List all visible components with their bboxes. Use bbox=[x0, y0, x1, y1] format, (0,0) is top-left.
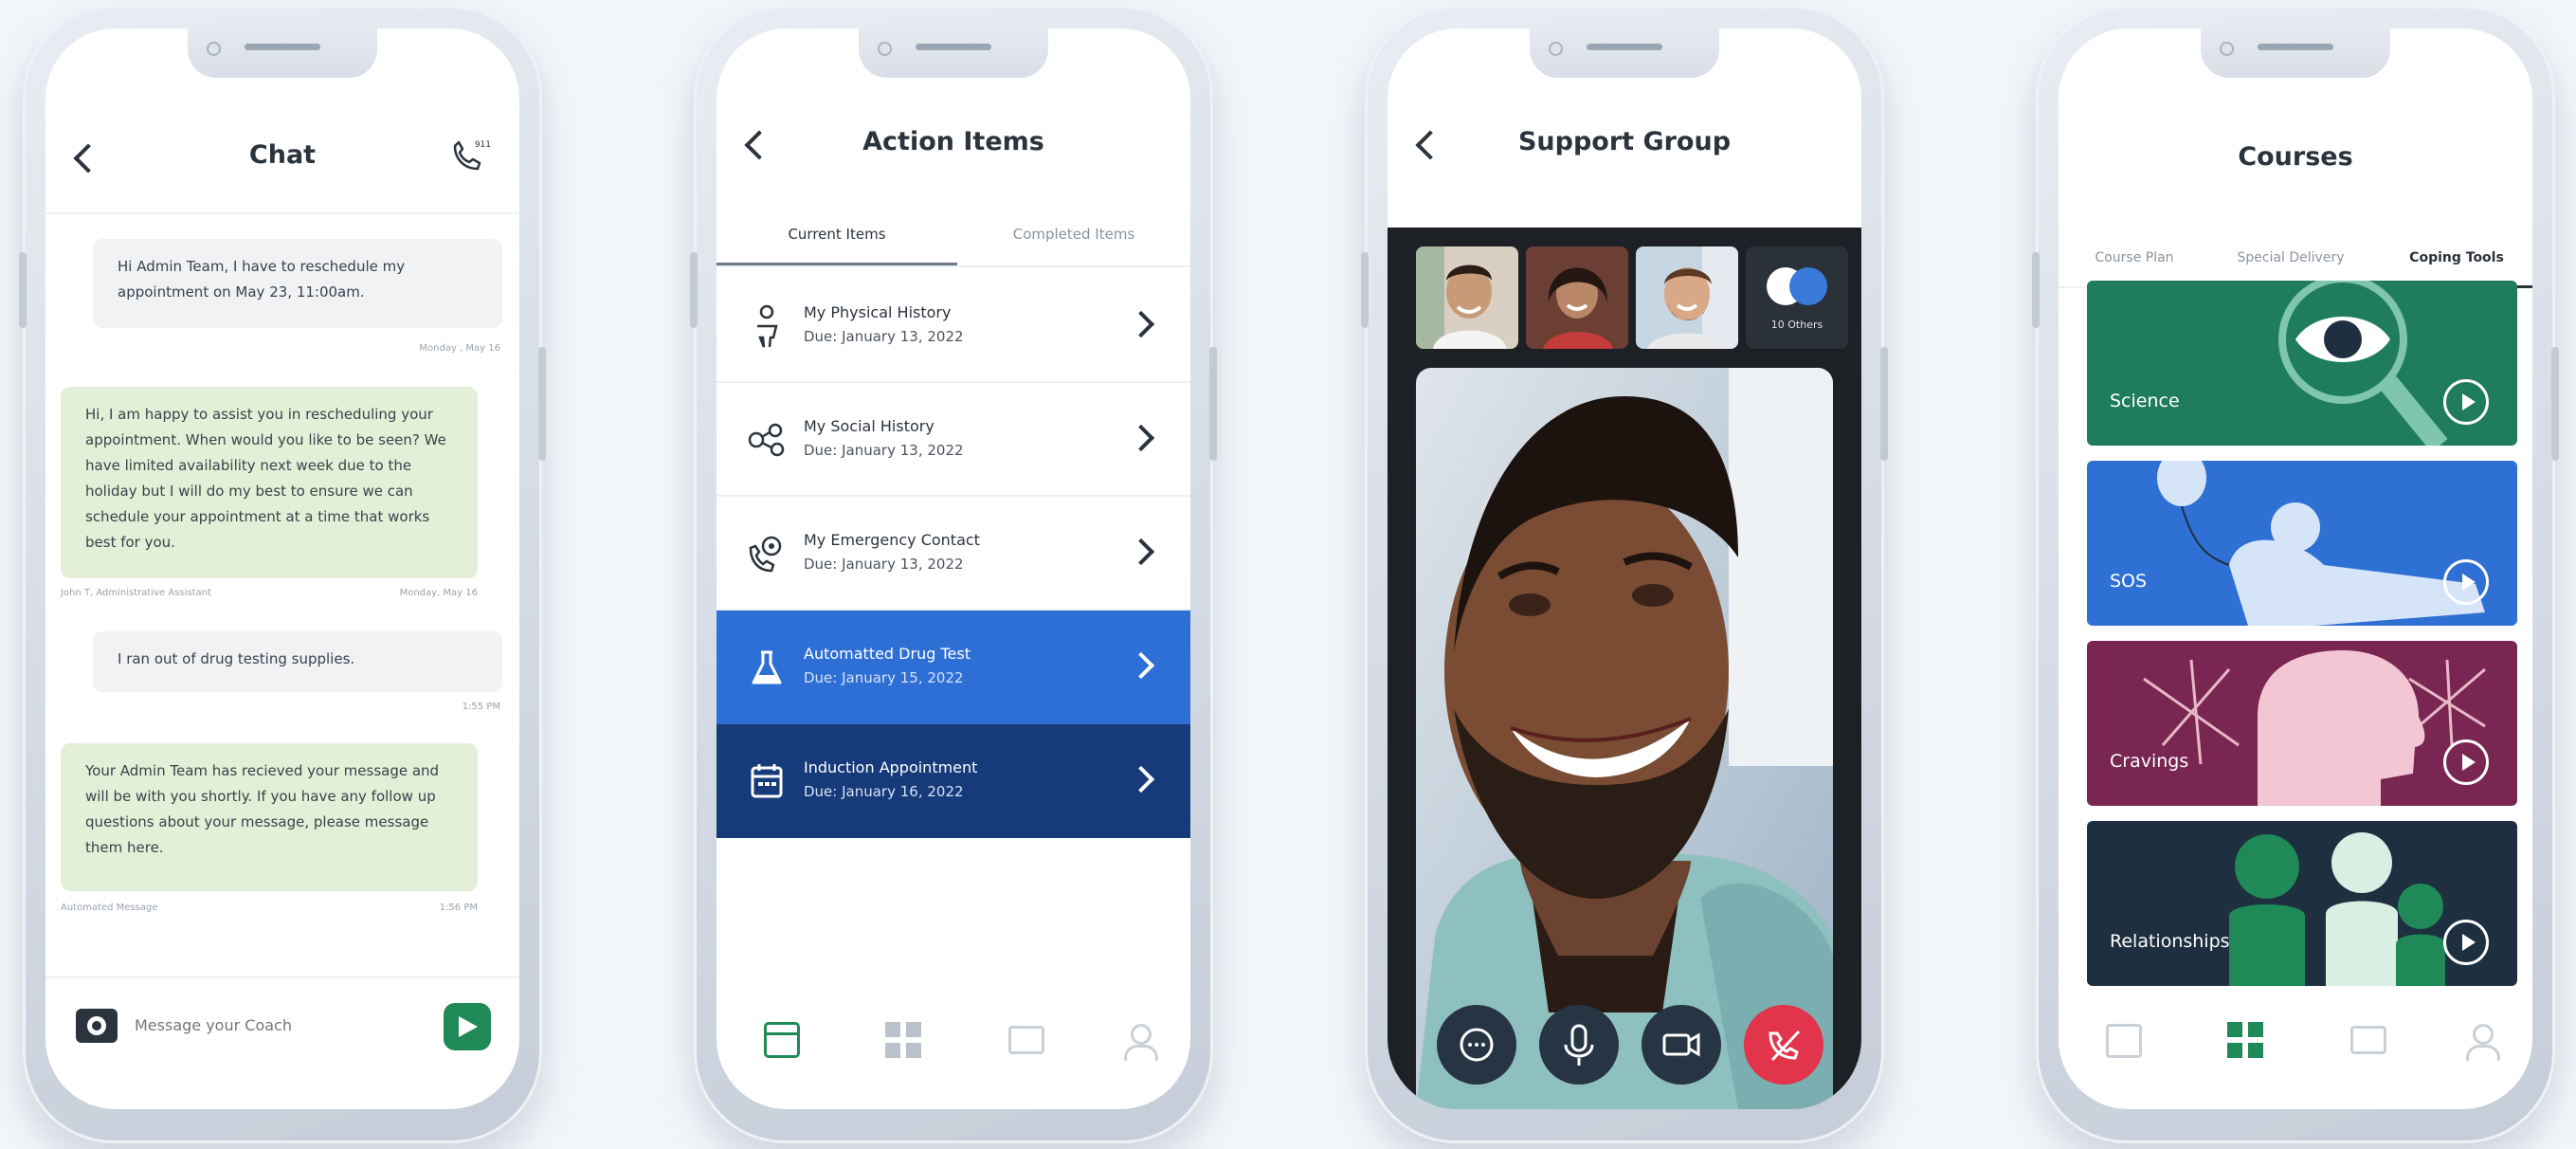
message-composer bbox=[45, 976, 519, 1109]
notch bbox=[859, 28, 1048, 78]
message-timestamp: Monday , May 16 bbox=[419, 343, 500, 354]
calendar-nav-icon[interactable] bbox=[2106, 1024, 2142, 1058]
tab-special-delivery[interactable]: Special Delivery bbox=[2210, 228, 2371, 288]
chat-screen: Chat 911 Hi Admin Team, I have to resche… bbox=[45, 28, 519, 1109]
participant-thumbnail[interactable] bbox=[1416, 246, 1518, 349]
others-count: 10 Others bbox=[1770, 319, 1823, 331]
camera-icon[interactable] bbox=[76, 1009, 118, 1043]
messages-nav-icon[interactable] bbox=[2350, 1026, 2386, 1054]
action-items-tabs: Current Items Completed Items bbox=[717, 201, 1190, 267]
message-sender: John T, Administrative Assistant bbox=[61, 588, 211, 598]
message-bubble: I ran out of drug testing supplies. bbox=[93, 631, 502, 692]
end-call-button[interactable] bbox=[1744, 1005, 1823, 1085]
course-card-sos[interactable]: SOS bbox=[2087, 461, 2517, 626]
person-icon bbox=[745, 303, 789, 349]
course-card-science[interactable]: Science bbox=[2087, 281, 2517, 446]
message-bubble: Hi, I am happy to assist you in reschedu… bbox=[61, 387, 478, 578]
action-item-name: My Physical History bbox=[804, 303, 952, 321]
chevron-right-icon bbox=[1127, 651, 1155, 680]
chevron-right-icon bbox=[1127, 310, 1155, 338]
phone-courses: Courses Course Plan Special Delivery Cop… bbox=[2032, 6, 2559, 1143]
action-item-name: My Social History bbox=[804, 417, 934, 435]
calendar-icon bbox=[745, 758, 789, 804]
support-group-screen: Support Group 10 Others bbox=[1388, 28, 1861, 1109]
notch bbox=[2201, 28, 2390, 78]
message-timestamp: Monday, May 16 bbox=[399, 588, 478, 598]
action-item[interactable]: Induction Appointment Due: January 16, 2… bbox=[717, 724, 1190, 838]
flask-icon bbox=[745, 645, 789, 690]
action-item[interactable]: My Social History Due: January 13, 2022 bbox=[717, 383, 1190, 497]
play-icon[interactable] bbox=[2443, 559, 2489, 605]
send-button[interactable] bbox=[444, 1003, 491, 1050]
social-icon bbox=[745, 417, 789, 463]
action-item-name: Automatted Drug Test bbox=[804, 645, 971, 663]
course-card-label: Cravings bbox=[2110, 751, 2189, 772]
action-item-name: My Emergency Contact bbox=[804, 531, 980, 549]
phone-call-icon[interactable]: 911 bbox=[449, 140, 491, 174]
action-item[interactable]: Automatted Drug Test Due: January 15, 20… bbox=[717, 611, 1190, 724]
notch bbox=[1530, 28, 1719, 78]
more-participants[interactable]: 10 Others bbox=[1746, 246, 1848, 349]
play-icon[interactable] bbox=[2443, 739, 2489, 785]
tab-current-items[interactable]: Current Items bbox=[717, 201, 957, 265]
message-timestamp: 1:56 PM bbox=[439, 903, 478, 913]
chevron-right-icon bbox=[1127, 424, 1155, 452]
action-items-screen: Action Items Current Items Completed Ite… bbox=[717, 28, 1190, 1109]
chevron-right-icon bbox=[1127, 765, 1155, 793]
bottom-nav bbox=[717, 1005, 1190, 1090]
page-title: Courses bbox=[2238, 142, 2353, 172]
course-card-label: SOS bbox=[2110, 571, 2148, 592]
dashboard-nav-icon[interactable] bbox=[885, 1022, 921, 1058]
course-card-label: Relationships bbox=[2110, 931, 2230, 952]
action-item-due: Due: January 13, 2022 bbox=[804, 442, 964, 459]
profile-nav-icon[interactable] bbox=[2462, 1022, 2500, 1061]
chat-button[interactable] bbox=[1437, 1005, 1516, 1085]
message-sender: Automated Message bbox=[61, 903, 158, 913]
play-icon[interactable] bbox=[2443, 379, 2489, 425]
action-item[interactable]: My Emergency Contact Due: January 13, 20… bbox=[717, 497, 1190, 611]
courses-tabs: Course Plan Special Delivery Coping Tool… bbox=[2059, 228, 2532, 288]
phone-chat: Chat 911 Hi Admin Team, I have to resche… bbox=[19, 6, 546, 1143]
tab-coping-tools[interactable]: Coping Tools bbox=[2381, 228, 2532, 288]
camera-button[interactable] bbox=[1642, 1005, 1721, 1085]
message-input[interactable] bbox=[135, 1016, 419, 1034]
page-title: Chat bbox=[248, 140, 317, 170]
contact-icon bbox=[745, 531, 789, 576]
microphone-button[interactable] bbox=[1539, 1005, 1619, 1085]
tab-completed-items[interactable]: Completed Items bbox=[957, 201, 1190, 265]
message-timestamp: 1:55 PM bbox=[462, 702, 500, 712]
profile-nav-icon[interactable] bbox=[1120, 1022, 1158, 1061]
phone-action-items: Action Items Current Items Completed Ite… bbox=[690, 6, 1217, 1143]
chevron-right-icon bbox=[1127, 538, 1155, 566]
messages-nav-icon[interactable] bbox=[1008, 1026, 1044, 1054]
action-item-due: Due: January 16, 2022 bbox=[804, 783, 964, 800]
participant-thumbnail[interactable] bbox=[1636, 246, 1738, 349]
action-item-due: Due: January 13, 2022 bbox=[804, 556, 964, 573]
page-title: Support Group bbox=[1517, 127, 1732, 156]
video-call-area: 10 Others bbox=[1388, 228, 1861, 1109]
course-card-cravings[interactable]: Cravings bbox=[2087, 641, 2517, 806]
main-video-feed bbox=[1416, 368, 1833, 1109]
call-911-label: 911 bbox=[474, 140, 491, 150]
message-bubble: Hi Admin Team, I have to reschedule my a… bbox=[93, 239, 502, 328]
participant-thumbnail[interactable] bbox=[1526, 246, 1628, 349]
action-item-due: Due: January 13, 2022 bbox=[804, 328, 964, 345]
action-item-name: Induction Appointment bbox=[804, 758, 978, 776]
course-card-label: Science bbox=[2110, 391, 2180, 411]
notch bbox=[188, 28, 377, 78]
tab-course-plan[interactable]: Course Plan bbox=[2068, 228, 2201, 288]
calendar-nav-icon[interactable] bbox=[764, 1022, 800, 1058]
courses-screen: Courses Course Plan Special Delivery Cop… bbox=[2059, 28, 2532, 1109]
bottom-nav bbox=[2059, 1005, 2532, 1090]
message-bubble: Your Admin Team has recieved your messag… bbox=[61, 743, 478, 891]
page-title: Action Items bbox=[862, 127, 1044, 156]
course-card-relationships[interactable]: Relationships bbox=[2087, 821, 2517, 986]
phone-support-group: Support Group 10 Others bbox=[1361, 6, 1888, 1143]
action-item-due: Due: January 15, 2022 bbox=[804, 669, 964, 686]
dashboard-nav-icon[interactable] bbox=[2227, 1022, 2263, 1058]
action-item[interactable]: My Physical History Due: January 13, 202… bbox=[717, 269, 1190, 383]
play-icon[interactable] bbox=[2443, 920, 2489, 965]
